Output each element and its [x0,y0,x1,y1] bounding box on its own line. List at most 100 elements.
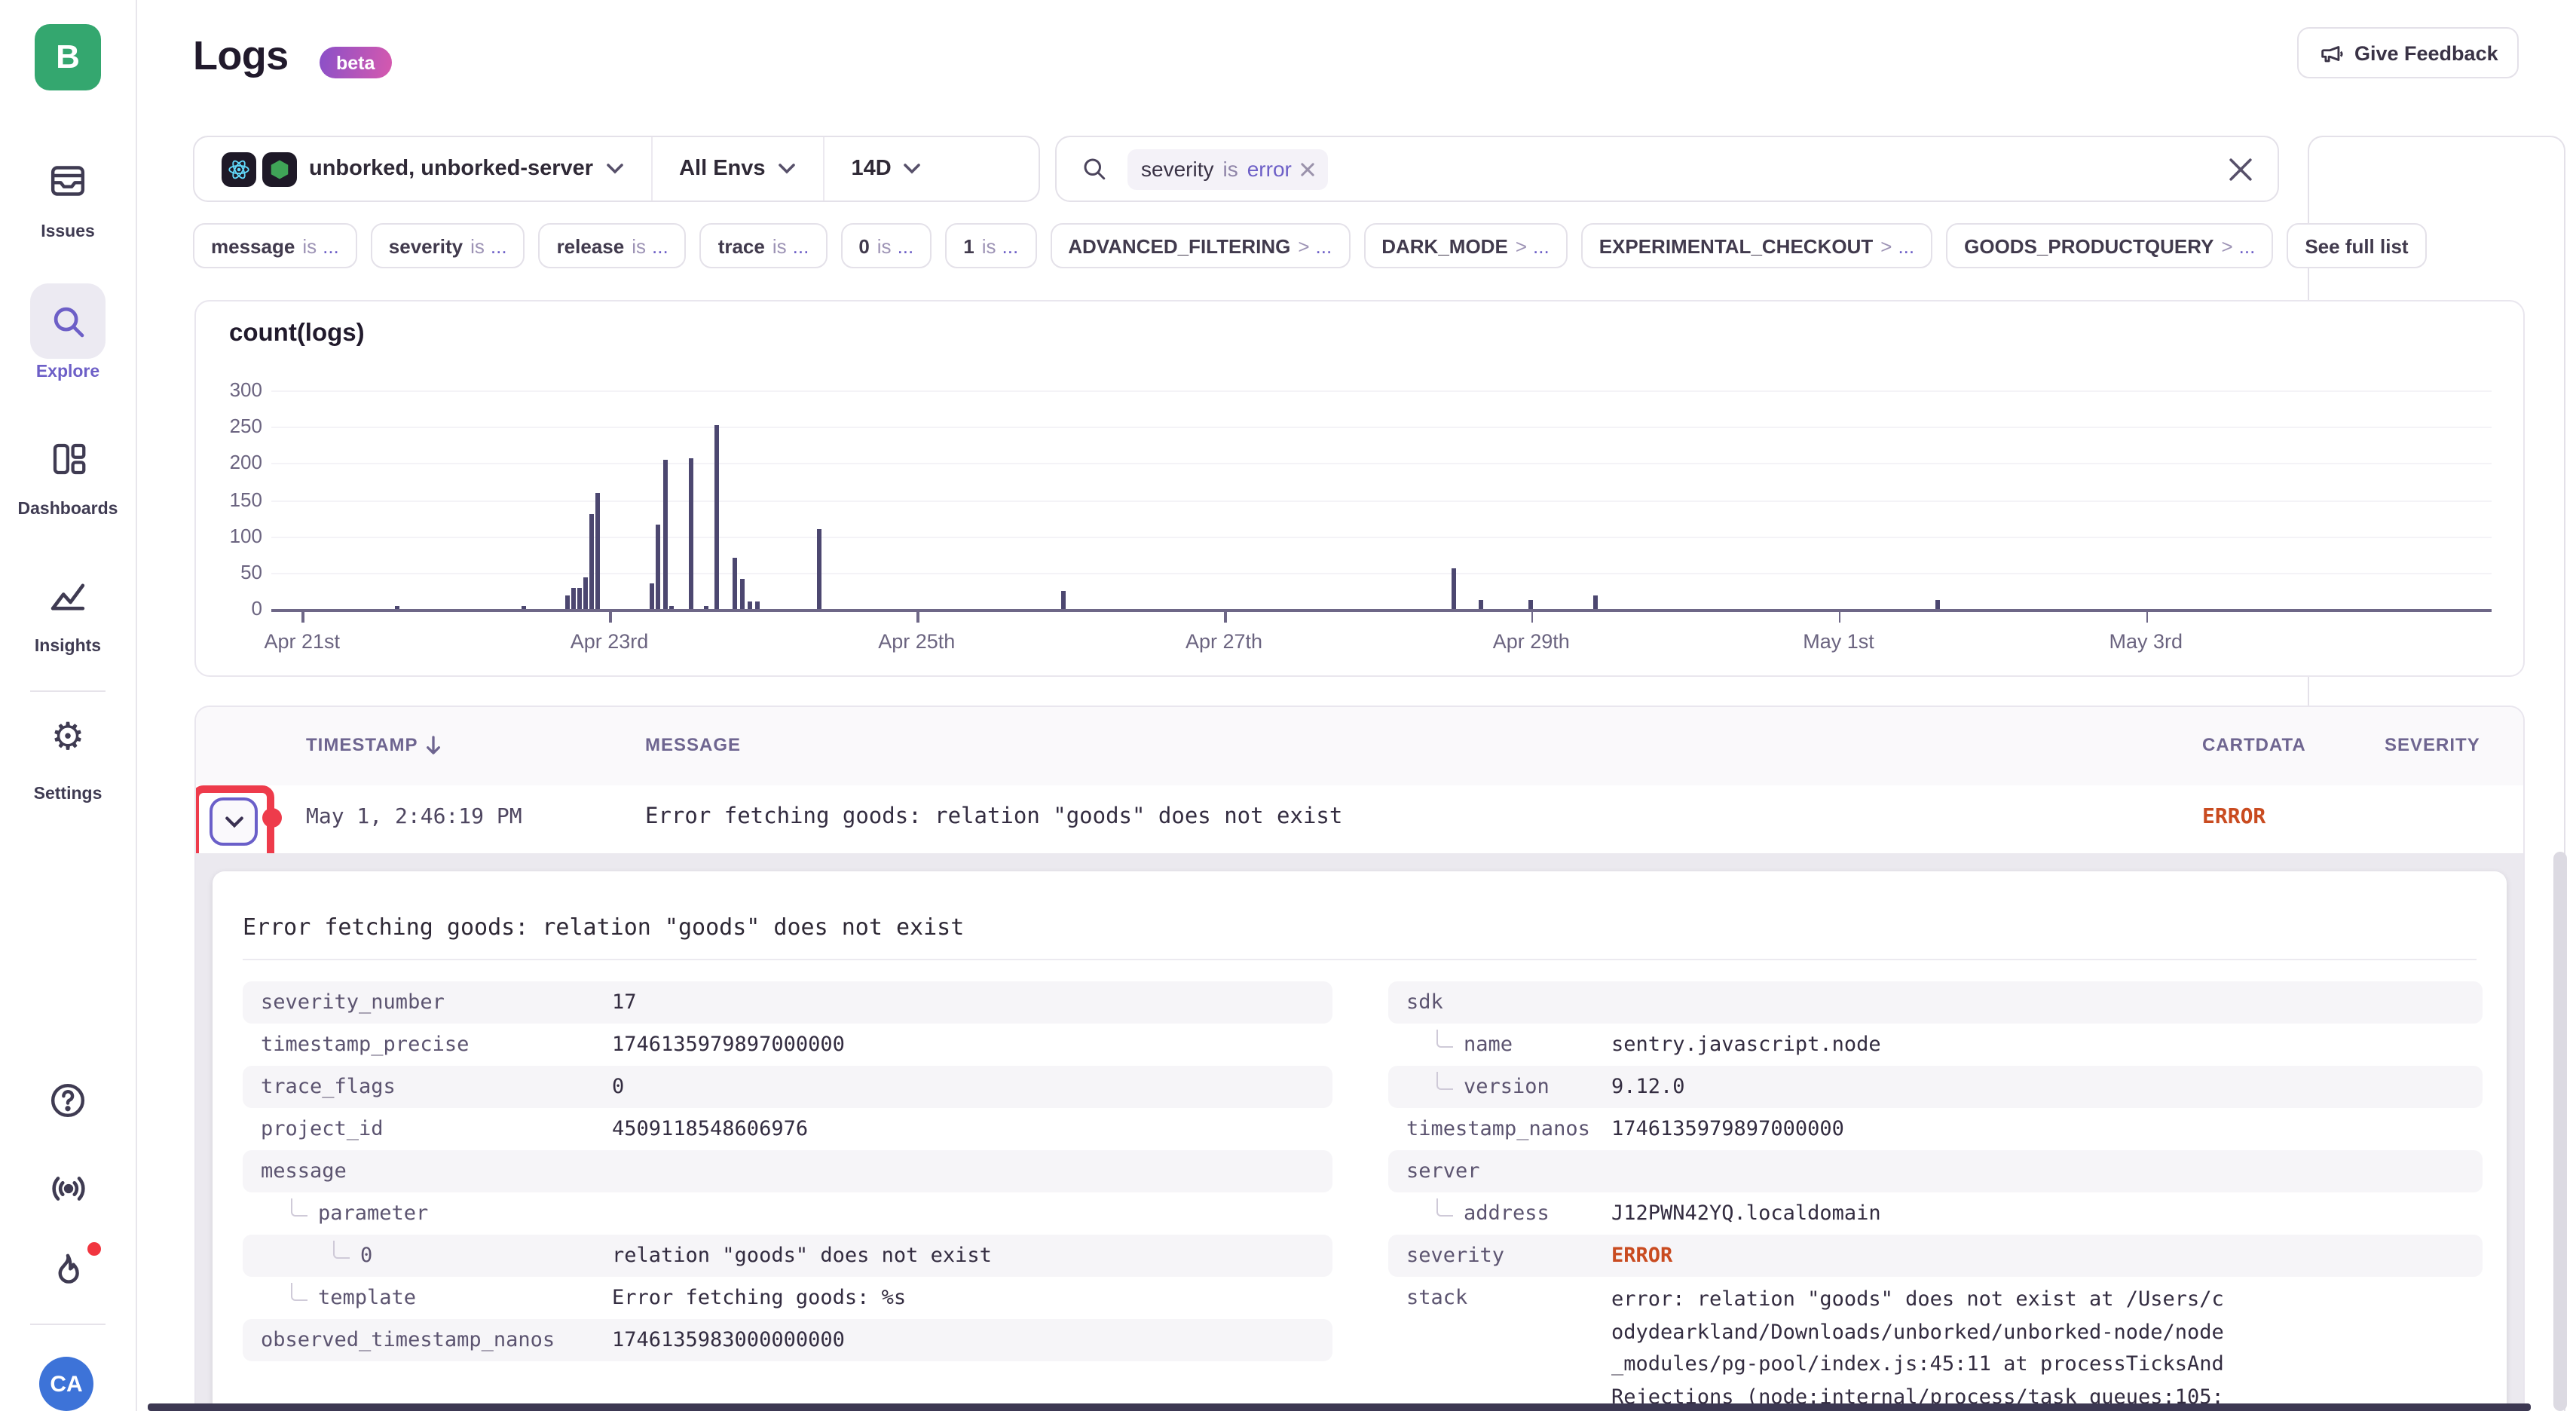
settings-gear-icon[interactable]: ⚙ [0,718,136,757]
detail-row[interactable]: stackerror: relation "goods" does not ex… [1388,1277,2483,1411]
filter-chip[interactable]: EXPERIMENTAL_CHECKOUT>... [1581,223,1932,268]
sidebar-item-dashboards[interactable]: Dashboards [0,500,136,519]
search-filter-token[interactable]: severity is error [1127,148,1328,189]
detail-row[interactable]: project_id4509118548606976 [243,1108,1332,1150]
date-range-selector[interactable]: 14D [823,137,949,200]
chart-bar[interactable] [740,578,745,609]
detail-row[interactable]: parameter [243,1192,1332,1235]
beta-badge: beta [320,47,391,78]
detail-row[interactable]: timestamp_precise1746135979897000000 [243,1024,1332,1066]
filter-chip[interactable]: GOODS_PRODUCTQUERY>... [1946,223,2273,268]
tree-connector [333,1241,350,1259]
sidebar-item-explore-active[interactable] [30,283,106,359]
chart-bar[interactable] [564,596,569,609]
detail-row[interactable]: severityERROR [1388,1235,2483,1277]
detail-row[interactable]: 0relation "goods" does not exist [243,1235,1332,1277]
environment-selector[interactable]: All Envs [650,137,822,200]
chart-bar[interactable] [595,492,600,609]
chart-bar[interactable] [522,606,526,609]
chart-bar[interactable] [571,589,576,609]
chart-bar[interactable] [669,605,674,609]
dashboards-icon[interactable] [0,439,136,479]
detail-row[interactable]: server [1388,1150,2483,1192]
sidebar-item-insights[interactable]: Insights [0,638,136,656]
filter-chip[interactable]: See full list [2287,223,2426,268]
chart-bar[interactable] [1479,600,1483,609]
clear-search-button[interactable] [2220,149,2259,188]
give-feedback-button[interactable]: Give Feedback [2297,27,2519,78]
chart-bar[interactable] [650,583,654,609]
filter-chip[interactable]: 0is... [840,223,932,268]
insights-icon[interactable] [0,576,136,618]
x-axis-tick-label: Apr 25th [878,630,955,653]
sidebar-item-explore-label[interactable]: Explore [0,363,136,381]
column-severity[interactable]: SEVERITY [2385,734,2480,755]
detail-row[interactable]: version9.12.0 [1388,1066,2483,1108]
detail-row[interactable]: trace_flags0 [243,1066,1332,1108]
chart-bar[interactable] [1592,596,1597,609]
org-logo[interactable]: B [35,24,101,90]
detail-row[interactable]: severity_number17 [243,981,1332,1024]
filter-chip[interactable]: DARK_MODE>... [1363,223,1567,268]
user-avatar[interactable]: CA [39,1357,93,1411]
detail-row[interactable]: timestamp_nanos1746135979897000000 [1388,1108,2483,1150]
project-selector[interactable]: unborked, unborked-server [194,137,650,200]
broadcast-icon[interactable] [0,1167,136,1211]
chart-bar[interactable] [705,606,709,609]
detail-row[interactable]: templateError fetching goods: %s [243,1277,1332,1319]
field-value: ERROR [1611,1244,1672,1268]
column-message[interactable]: MESSAGE [645,734,741,755]
detail-row[interactable]: addressJ12PWN42YQ.localdomain [1388,1192,2483,1235]
react-project-icon [222,152,256,186]
chart-bar[interactable] [755,601,760,609]
column-cartdata[interactable]: CARTDATA [2202,734,2306,755]
node-project-icon [262,152,297,186]
detail-row[interactable]: message [243,1150,1332,1192]
x-axis-tick [916,612,919,623]
chart-bar[interactable] [690,458,694,609]
column-timestamp[interactable]: TIMESTAMP [306,734,442,755]
field-value: 1746135979897000000 [612,1033,845,1057]
filter-chip[interactable]: ADVANCED_FILTERING>... [1050,223,1350,268]
filter-chip[interactable]: releaseis... [539,223,687,268]
filter-chip[interactable]: messageis... [193,223,357,268]
chart-bar[interactable] [577,587,582,609]
chart-bar[interactable] [733,558,737,609]
field-key: name [1388,1033,1611,1057]
chart-bar[interactable] [1528,600,1533,609]
chart-bar[interactable] [1935,600,1940,609]
chart-bar[interactable] [394,606,399,609]
chart-bar[interactable] [1061,591,1066,609]
detail-row[interactable]: sdk [1388,981,2483,1024]
search-bar[interactable]: severity is error [1055,136,2279,202]
sidebar-item-issues[interactable]: Issues [0,223,136,241]
detail-row[interactable]: namesentry.javascript.node [1388,1024,2483,1066]
filter-chip[interactable]: severityis... [371,223,525,268]
chart-bar[interactable] [714,424,718,609]
chart-bar[interactable] [1452,569,1456,609]
token-remove-icon[interactable] [1301,162,1314,176]
x-axis-tick [2146,612,2148,623]
chart-bar[interactable] [748,601,752,609]
chart-bar[interactable] [656,525,660,609]
field-value: 1746135983000000000 [612,1328,845,1352]
filter-chip[interactable]: traceis... [700,223,828,268]
sidebar-item-settings[interactable]: Settings [0,785,136,803]
search-icon [47,301,88,341]
help-icon[interactable] [0,1079,136,1122]
issues-icon[interactable] [0,160,136,202]
chart-bar[interactable] [583,577,588,609]
field-key: stack [1388,1277,1611,1310]
detail-row[interactable]: observed_timestamp_nanos1746135983000000… [243,1319,1332,1361]
page-scrollbar-thumb[interactable] [2553,852,2567,1411]
logs-count-chart: count(logs) 050100150200250300Apr 21stAp… [194,300,2525,677]
chart-bar[interactable] [589,514,594,609]
chart-bar[interactable] [817,529,821,609]
give-feedback-label: Give Feedback [2354,41,2498,64]
field-key: version [1388,1075,1611,1099]
filter-chip[interactable]: 1is... [945,223,1036,268]
chart-bar[interactable] [663,460,668,609]
whats-new-flame-icon[interactable] [0,1251,136,1293]
log-row[interactable]: May 1, 2:46:19 PM Error fetching goods: … [196,785,2523,855]
sidebar: B Issues Explore Dashboards Insights ⚙ S… [0,0,137,1411]
